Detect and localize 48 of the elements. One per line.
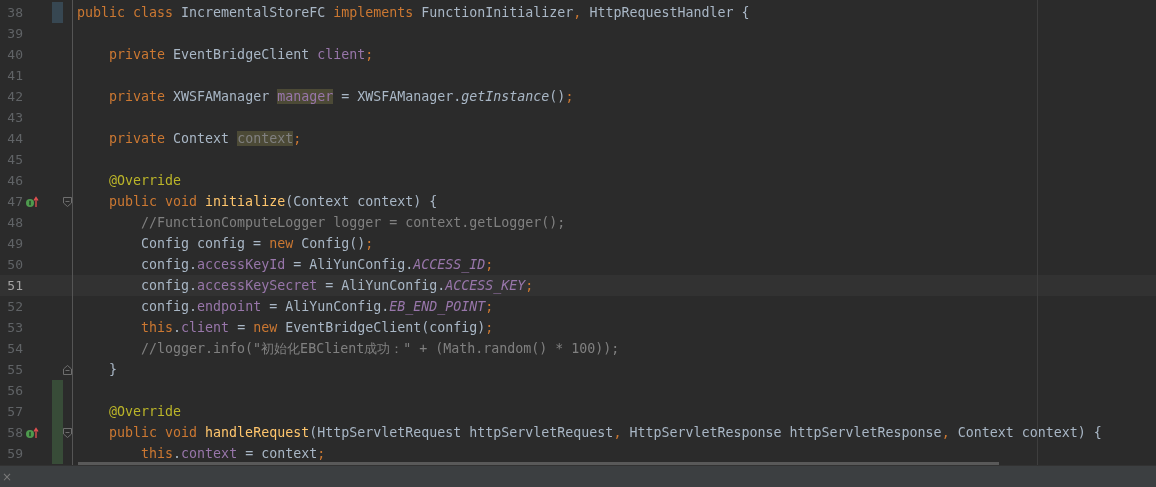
code-line: private XWSFAManager manager = XWSFAManager.getInstance(); — [108, 89, 574, 104]
code-line: Config config = new Config(); — [140, 236, 374, 251]
change-marker[interactable] — [52, 2, 63, 23]
line-number: 58 — [6, 425, 23, 440]
code-line: this.context = context; — [140, 446, 326, 461]
change-marker[interactable] — [52, 380, 63, 401]
code-line: } — [108, 362, 118, 377]
code-line: public void handleRequest(HttpServletRequest httpServletRequest, HttpServletResponse httpServletResponse, Context context) { — [108, 425, 1102, 440]
line-number: 47 — [6, 194, 23, 209]
code-line: config.accessKeyId = AliYunConfig.ACCESS_ID; — [140, 257, 494, 272]
code-line: config.accessKeySecret = AliYunConfig.ACCESS_KEY; — [140, 278, 534, 293]
line-number: 40 — [6, 47, 23, 62]
code-line: @Override — [108, 173, 182, 188]
code-line: public class IncrementalStoreFC implements FunctionInitializer, HttpRequestHandler { — [77, 5, 750, 20]
close-button[interactable]: × — [0, 469, 15, 484]
line-number: 54 — [6, 341, 23, 356]
circle-up-arrow-icon[interactable] — [25, 195, 39, 208]
fold-icon[interactable] — [63, 196, 72, 207]
code-line: //FunctionComputeLogger logger = context.getLogger(); — [140, 215, 566, 230]
line-number: 53 — [6, 320, 23, 335]
code-line: @Override — [108, 404, 182, 419]
line-number: 48 — [6, 215, 23, 230]
code-line: this.client = new EventBridgeClient(config); — [140, 320, 494, 335]
line-number: 45 — [6, 152, 23, 167]
line-number: 57 — [6, 404, 23, 419]
line-number: 46 — [6, 173, 23, 188]
line-number: 43 — [6, 110, 23, 125]
code-line: config.endpoint = AliYunConfig.EB_END_POINT; — [140, 299, 494, 314]
line-number: 56 — [6, 383, 23, 398]
line-number: 38 — [6, 5, 23, 20]
line-number: 41 — [6, 68, 23, 83]
line-number: 52 — [6, 299, 23, 314]
line-number: 59 — [6, 446, 23, 461]
code-line: public void initialize(Context context) { — [108, 194, 438, 209]
code-line: private Context context; — [108, 131, 302, 146]
line-number: 44 — [6, 131, 23, 146]
line-number: 51 — [6, 278, 23, 293]
line-number: 49 — [6, 236, 23, 251]
change-marker[interactable] — [52, 443, 63, 464]
line-number: 42 — [6, 89, 23, 104]
code-line: //logger.info("初始化EBClient成功：" + (Math.random() * 100)); — [140, 339, 620, 358]
circle-up-arrow-icon[interactable] — [25, 426, 39, 439]
line-number: 39 — [6, 26, 23, 41]
line-number: 55 — [6, 362, 23, 377]
code-line: private EventBridgeClient client; — [108, 47, 374, 62]
line-number: 50 — [6, 257, 23, 272]
fold-icon[interactable] — [63, 427, 72, 438]
fold-icon[interactable] — [63, 364, 72, 375]
